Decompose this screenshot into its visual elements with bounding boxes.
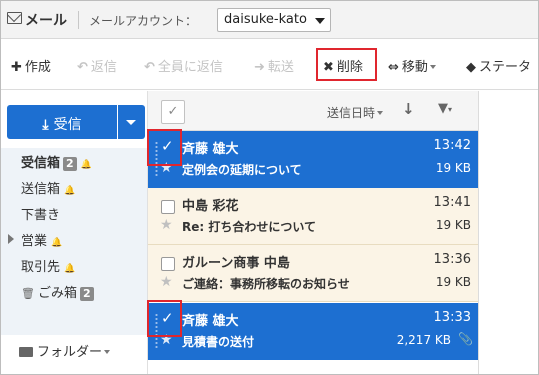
receive-button[interactable]: ⤓ 受信 <box>7 105 117 139</box>
account-select[interactable]: daisuke-kato <box>217 8 331 32</box>
message-subject: ご連絡：事務所移転のお知らせ <box>182 277 350 291</box>
folder-label: 送信箱 <box>21 182 61 197</box>
reply-label: 返信 <box>90 60 117 75</box>
folder-panel: ⤓ 受信 受信箱 2 🔔 送信箱 🔔 下書き 営業 🔔 取引先 🔔 🗑 ごみ箱 2 <box>1 91 147 374</box>
folder-label: 取引先 <box>21 260 61 275</box>
sort-label: 送信日時 <box>327 106 376 120</box>
delete-button[interactable]: ✖ 削除 <box>323 56 363 76</box>
folder-sales[interactable]: 営業 🔔 <box>1 226 147 250</box>
message-subject: 定例会の延期について <box>182 163 302 177</box>
mail-icon <box>7 12 22 24</box>
message-row[interactable]: ガルーン商事 中島 13:36 ★ ご連絡：事務所移転のお知らせ 19 KB <box>148 245 479 302</box>
checkbox-highlight <box>147 129 182 166</box>
message-checkbox[interactable] <box>161 200 175 214</box>
message-row[interactable]: ✓ 斉藤 雄大 13:33 ★ 見積書の送付 2,217 KB 📎 <box>148 303 479 360</box>
forward-icon: ➜ <box>254 60 265 75</box>
message-sender: ガルーン商事 中島 <box>182 256 290 271</box>
reply-all-icon: ↶ <box>144 60 155 75</box>
message-subject: 見積書の送付 <box>182 335 255 349</box>
expand-icon[interactable] <box>8 234 14 244</box>
forward-button[interactable]: ➜ 転送 <box>254 56 294 76</box>
message-size: 19 KB <box>435 275 471 289</box>
folder-menu-label: フォルダー <box>37 345 103 360</box>
chevron-down-icon <box>315 18 325 24</box>
unread-badge: 2 <box>63 157 77 171</box>
receive-label: 受信 <box>53 117 82 133</box>
plus-icon: ✚ <box>11 60 22 75</box>
message-row[interactable]: 中島 彩花 13:41 ★ Re: 打ち合わせについて 19 KB <box>148 188 479 245</box>
message-subject: Re: 打ち合わせについて <box>182 220 316 234</box>
message-checkbox[interactable] <box>161 257 175 271</box>
chevron-down-icon <box>104 350 111 354</box>
create-button[interactable]: ✚ 作成 <box>11 56 51 76</box>
receive-dropdown-button[interactable] <box>118 105 145 139</box>
download-icon: ⤓ <box>42 117 49 133</box>
filter-icon[interactable]: ▼▾ <box>438 101 452 116</box>
reply-all-label: 全員に返信 <box>157 60 223 75</box>
message-time: 13:41 <box>433 195 471 210</box>
bell-icon: 🔔 <box>51 238 63 248</box>
message-size: 19 KB <box>435 218 471 232</box>
message-size: 2,217 KB <box>396 333 451 347</box>
folder-menu-button[interactable]: フォルダー <box>19 341 111 360</box>
chevron-down-icon <box>429 65 436 69</box>
message-time: 13:33 <box>433 310 471 325</box>
delete-label: 削除 <box>336 60 363 75</box>
folder-sent[interactable]: 送信箱 🔔 <box>1 174 147 198</box>
bell-icon: 🔔 <box>64 264 76 274</box>
chevron-down-icon <box>126 120 136 125</box>
folder-trash[interactable]: 🗑 ごみ箱 2 <box>1 278 147 302</box>
tag-icon: ◆ <box>466 60 476 75</box>
message-size: 19 KB <box>435 161 471 175</box>
folder-list: 受信箱 2 🔔 送信箱 🔔 下書き 営業 🔔 取引先 🔔 🗑 ごみ箱 2 <box>1 148 147 335</box>
message-sender: 斉藤 雄大 <box>182 142 239 157</box>
chevron-down-icon <box>377 111 384 115</box>
preview-pane <box>478 91 538 374</box>
mail-window: メール メールアカウント： daisuke-kato ✚ 作成 ↶ 返信 ↶ 全員に返… <box>0 0 539 375</box>
message-sender: 斉藤 雄大 <box>182 314 239 329</box>
message-row[interactable]: ✓ 斉藤 雄大 13:42 ★ 定例会の延期について 19 KB <box>148 131 479 188</box>
bell-icon: 🔔 <box>80 160 92 170</box>
folder-clients[interactable]: 取引先 🔔 <box>1 252 147 276</box>
status-button[interactable]: ◆ ステータ <box>466 56 531 76</box>
reply-all-button[interactable]: ↶ 全員に返信 <box>144 56 223 76</box>
sort-select[interactable]: 送信日時 <box>327 104 384 121</box>
paperclip-icon: 📎 <box>458 332 473 346</box>
app-header: メール メールアカウント： daisuke-kato <box>1 1 538 39</box>
folder-icon <box>19 347 33 357</box>
create-label: 作成 <box>24 60 51 75</box>
message-list: ✓ 送信日時 ↓ ▼▾ ✓ 斉藤 雄大 13:42 ★ 定例会の延期について 1… <box>147 91 479 374</box>
star-icon[interactable]: ★ <box>160 274 173 290</box>
account-label: メールアカウント： <box>89 14 198 28</box>
sort-direction-icon[interactable]: ↓ <box>402 100 415 118</box>
status-label: ステータ <box>479 60 532 75</box>
bell-icon: 🔔 <box>64 186 76 196</box>
select-all-checkbox[interactable]: ✓ <box>161 100 185 124</box>
close-icon: ✖ <box>323 60 334 75</box>
app-title: メール <box>25 13 67 29</box>
folder-label: 下書き <box>21 208 61 223</box>
folder-label: 受信箱 <box>21 156 61 171</box>
forward-label: 転送 <box>267 60 294 75</box>
move-label: 移動 <box>401 60 428 75</box>
move-button[interactable]: ⇔ 移動 <box>388 56 436 76</box>
reply-icon: ↶ <box>77 60 88 75</box>
trash-icon: 🗑 <box>21 287 35 300</box>
reply-button[interactable]: ↶ 返信 <box>77 56 117 76</box>
star-icon[interactable]: ★ <box>160 217 173 233</box>
message-sender: 中島 彩花 <box>182 199 239 214</box>
folder-drafts[interactable]: 下書き <box>1 200 147 224</box>
account-value: daisuke-kato <box>224 12 307 27</box>
folder-label: 営業 <box>21 234 48 249</box>
header-divider <box>78 11 79 29</box>
folder-label: ごみ箱 <box>37 286 77 301</box>
message-time: 13:36 <box>433 252 471 267</box>
checkbox-highlight <box>147 300 182 337</box>
toolbar: ✚ 作成 ↶ 返信 ↶ 全員に返信 ➜ 転送 ✖ 削除 ⇔ 移動 ◆ ステータ <box>1 39 538 90</box>
message-time: 13:42 <box>433 138 471 153</box>
list-header: ✓ 送信日時 ↓ ▼▾ <box>148 91 479 131</box>
folder-inbox[interactable]: 受信箱 2 🔔 <box>1 148 147 172</box>
move-icon: ⇔ <box>388 60 399 75</box>
count-badge: 2 <box>79 287 94 301</box>
